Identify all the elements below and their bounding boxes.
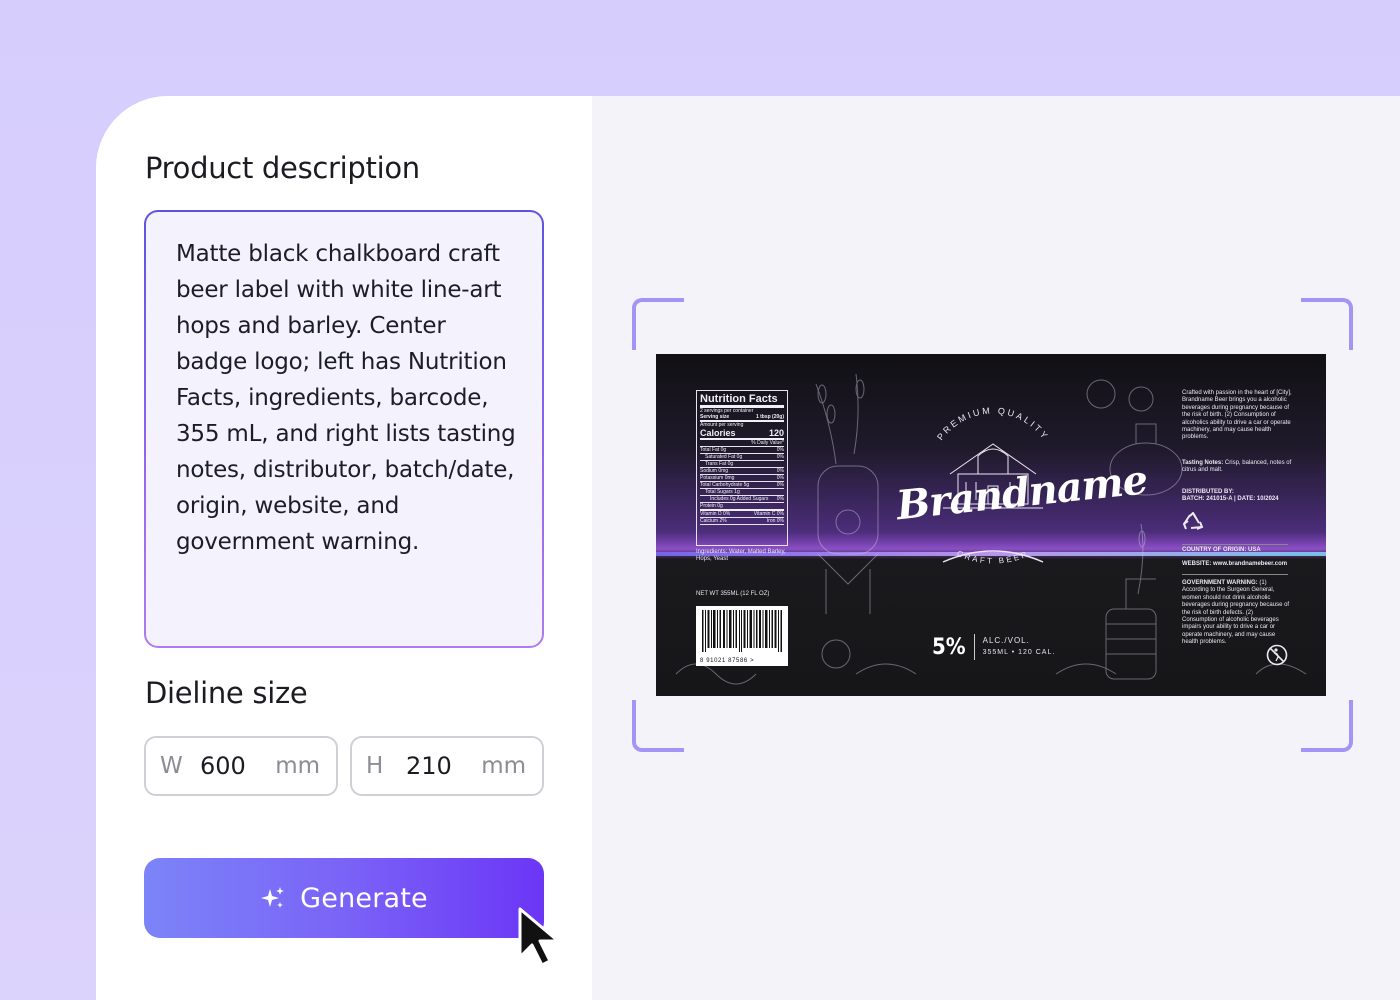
nutrition-daily-value: % Daily Value* (700, 440, 784, 447)
government-warning: GOVERNMENT WARNING: (1) According to the… (1182, 580, 1290, 646)
svg-text:PREMIUM QUALITY: PREMIUM QUALITY (935, 405, 1051, 442)
nutrition-row: Sodium 0mg 0% (700, 468, 784, 475)
frame-corner-top-right (1301, 298, 1353, 350)
frame-corner-top-left (632, 298, 684, 350)
nutrition-row: Total Sugars 1g (700, 489, 784, 496)
description-textarea[interactable]: Matte black chalkboard craft beer label … (144, 210, 544, 648)
height-prefix: H (366, 753, 384, 779)
abv-block: 5% ALC./VOL. 355ML • 120 CAL. (932, 634, 1055, 660)
mouse-cursor-icon (518, 907, 560, 967)
no-drinking-pregnant-icon (1266, 644, 1288, 666)
dieline-size-heading: Dieline size (145, 676, 308, 710)
frame-corner-bottom-right (1301, 700, 1353, 752)
website-text: WEBSITE: www.brandnamebeer.com (1182, 561, 1288, 567)
nutrition-row: Includes 0g Added Sugars 0% (700, 496, 784, 503)
product-description-heading: Product description (145, 151, 420, 185)
intro-text: Crafted with passion in the heart of [Ci… (1182, 390, 1292, 441)
nutrition-title: Nutrition Facts (700, 393, 784, 408)
net-weight-text: NET WT 355ML (12 FL OZ) (696, 591, 770, 597)
description-text[interactable]: Matte black chalkboard craft beer label … (176, 236, 520, 560)
barcode-bars (702, 610, 782, 652)
ingredients-text: Ingredients: Water, Malted Barley, Hops,… (696, 549, 786, 562)
label-preview[interactable]: Nutrition Facts 2 servings per container… (656, 354, 1326, 696)
nutrition-row: Trans Fat 0g (700, 461, 784, 468)
divider-line (1182, 544, 1288, 545)
barcode: 8 91021 87586 > (696, 606, 788, 666)
recycle-icon (1182, 512, 1204, 530)
form-panel: Product description Matte black chalkboa… (96, 96, 592, 1000)
nutrition-row: Total Carbohydrate 5g 0% (700, 482, 784, 489)
generate-button[interactable]: Generate (144, 858, 544, 938)
nutrition-vitamin-row: Vitamin D 0% Vitamin C 0% (700, 511, 784, 518)
origin-text: COUNTRY OF ORIGIN: USA (1182, 547, 1261, 553)
barcode-number: 8 91021 87586 > (700, 658, 755, 664)
abv-text: ALC./VOL. 355ML • 120 CAL. (983, 635, 1056, 659)
nutrition-facts-panel: Nutrition Facts 2 servings per container… (696, 390, 788, 546)
distributor-block: DISTRIBUTED BY: BATCH: 241015-A | DATE: … (1182, 489, 1279, 503)
tasting-notes: Tasting Notes: Crisp, balanced, notes of… (1182, 460, 1292, 474)
abv-divider (973, 634, 975, 660)
badge-top-text: PREMIUM QUALITY (935, 405, 1048, 442)
abv-sub: 355ML • 120 CAL. (982, 649, 1056, 656)
height-field[interactable]: H 210 mm (350, 736, 544, 796)
nutrition-calories: Calories 120 (700, 428, 784, 440)
divider-line (1182, 574, 1288, 575)
nutrition-row: Total Fat 0g 0% (700, 447, 784, 454)
nutrition-row: Potassium 0mg 0% (700, 475, 784, 482)
sparkle-icon (261, 887, 285, 908)
nutrition-row: Protein 0g (700, 503, 784, 511)
abv-value: 5% (932, 634, 966, 660)
width-field[interactable]: W 600 mm (144, 736, 338, 796)
abv-label: ALC./VOL. (982, 636, 1030, 645)
width-prefix: W (160, 753, 183, 779)
width-value[interactable]: 600 (200, 752, 246, 780)
height-value[interactable]: 210 (406, 752, 452, 780)
nutrition-vitamin-row: Calcium 2% Iron 0% (700, 518, 784, 525)
height-unit: mm (481, 753, 526, 779)
frame-corner-bottom-left (632, 700, 684, 752)
nutrition-row: Saturated Fat 0g 0% (700, 454, 784, 461)
generate-label: Generate (300, 882, 428, 914)
width-unit: mm (275, 753, 320, 779)
nutrition-serving-size: Serving size 1 tbsp (20g) (700, 414, 784, 422)
